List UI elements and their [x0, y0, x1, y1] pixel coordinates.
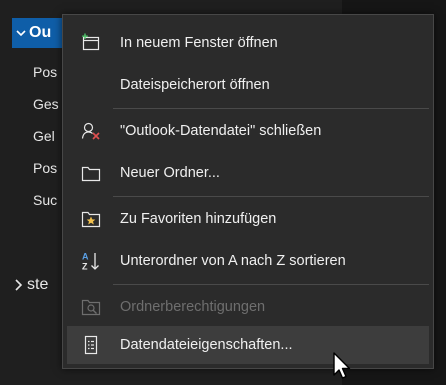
menu-separator — [113, 108, 429, 109]
account-name: ste — [27, 276, 49, 293]
account-header-collapsed[interactable]: ste — [14, 274, 48, 296]
new-window-icon — [82, 33, 100, 51]
folder-item[interactable]: Gel — [33, 126, 55, 146]
folder-item[interactable]: Pos — [33, 62, 57, 82]
menu-item-label: Neuer Ordner... — [120, 165, 220, 181]
folder-item[interactable]: Ges — [33, 94, 59, 114]
menu-item-sort-a-z[interactable]: A Z Unterordner von A nach Z sortieren — [67, 242, 429, 280]
menu-item-open-file-location[interactable]: Dateispeicherort öffnen — [67, 66, 429, 104]
properties-icon — [84, 335, 98, 355]
folder-item[interactable]: Pos — [33, 158, 57, 178]
svg-text:A: A — [82, 252, 89, 262]
menu-item-new-folder[interactable]: Neuer Ordner... — [67, 154, 429, 192]
outlook-window: Ou Pos Ges Gel Pos Suc ste In neuem Fens… — [0, 0, 446, 385]
context-menu: In neuem Fenster öffnen Dateispeicherort… — [62, 14, 434, 369]
menu-item-add-to-favorites[interactable]: Zu Favoriten hinzufügen — [67, 200, 429, 238]
mouse-pointer-icon — [333, 352, 351, 379]
close-datafile-icon — [81, 122, 100, 140]
menu-item-open-new-window[interactable]: In neuem Fenster öffnen — [67, 24, 429, 62]
folder-item[interactable]: Suc — [33, 190, 57, 210]
favorite-star-icon — [81, 211, 101, 228]
menu-item-close-datafile[interactable]: "Outlook-Datendatei" schließen — [67, 112, 429, 150]
menu-item-datafile-properties[interactable]: Datendateieigenschaften... — [67, 326, 429, 364]
sort-az-icon: A Z — [82, 252, 99, 272]
chevron-down-icon — [16, 30, 26, 37]
menu-item-label: In neuem Fenster öffnen — [120, 35, 278, 51]
menu-item-label: Ordnerberechtigungen — [120, 299, 266, 315]
menu-item-label: Dateispeicherort öffnen — [120, 77, 270, 93]
menu-item-folder-permissions: Ordnerberechtigungen — [67, 288, 429, 326]
menu-item-label: Datendateieigenschaften... — [120, 337, 293, 353]
account-name: Ou — [29, 24, 52, 41]
folder-icon — [81, 166, 101, 182]
menu-separator — [113, 196, 429, 197]
svg-text:Z: Z — [82, 262, 88, 272]
folder-permissions-icon — [81, 299, 101, 316]
menu-item-label: Zu Favoriten hinzufügen — [120, 211, 277, 227]
menu-item-label: Unterordner von A nach Z sortieren — [120, 253, 346, 269]
menu-item-label: "Outlook-Datendatei" schließen — [120, 123, 322, 139]
menu-separator — [113, 284, 429, 285]
chevron-right-icon — [15, 279, 23, 291]
